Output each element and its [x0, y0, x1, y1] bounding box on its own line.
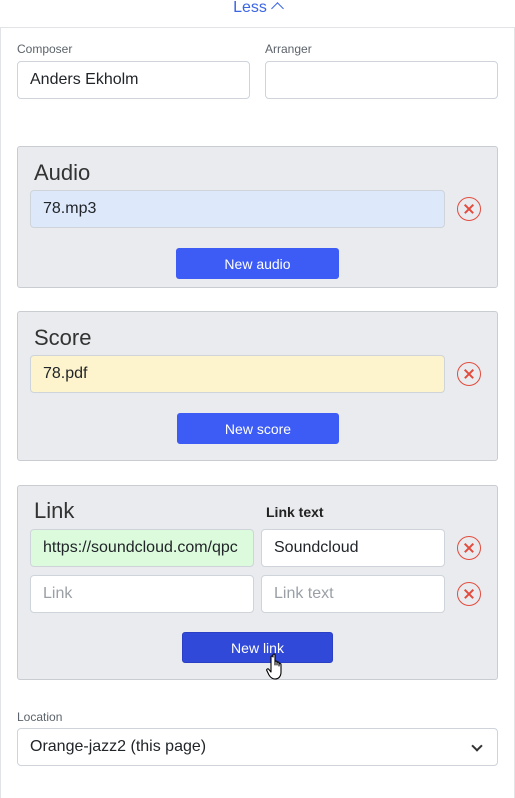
- arranger-label: Arranger: [265, 42, 312, 56]
- location-select[interactable]: Orange-jazz2 (this page): [17, 728, 498, 766]
- link-text-field[interactable]: Soundcloud: [261, 529, 445, 567]
- score-panel: Score 78.pdf New score: [17, 311, 498, 461]
- new-link-text-field[interactable]: Link text: [261, 575, 445, 613]
- remove-score-icon[interactable]: [457, 362, 481, 386]
- chevron-up-icon: [271, 2, 284, 15]
- new-audio-button[interactable]: New audio: [176, 248, 339, 279]
- audio-file-field[interactable]: 78.mp3: [30, 190, 445, 228]
- new-link-button[interactable]: New link: [182, 632, 333, 663]
- arranger-input[interactable]: [265, 61, 498, 99]
- link-text-header: Link text: [266, 504, 324, 520]
- location-select-value: Orange-jazz2 (this page): [30, 738, 207, 755]
- remove-link-icon[interactable]: [457, 536, 481, 560]
- audio-title: Audio: [34, 160, 91, 185]
- chevron-down-icon: [471, 740, 483, 752]
- location-label: Location: [17, 710, 63, 724]
- new-link-url-field[interactable]: Link: [30, 575, 254, 613]
- link-panel: Link Link text https://soundcloud.com/qp…: [17, 485, 498, 680]
- composer-label: Composer: [17, 42, 73, 56]
- score-file-field[interactable]: 78.pdf: [30, 355, 445, 393]
- composer-input[interactable]: Anders Ekholm: [17, 61, 250, 99]
- hand-cursor-icon: [266, 653, 282, 680]
- remove-audio-icon[interactable]: [457, 197, 481, 221]
- less-toggle[interactable]: Less: [0, 0, 515, 20]
- remove-new-link-icon[interactable]: [457, 582, 481, 606]
- score-title: Score: [34, 325, 92, 350]
- new-score-button[interactable]: New score: [177, 413, 339, 444]
- audio-panel: Audio 78.mp3 New audio: [17, 146, 498, 288]
- link-title: Link: [34, 498, 75, 523]
- link-url-field[interactable]: https://soundcloud.com/qpc: [30, 529, 254, 567]
- less-toggle-label: Less: [233, 0, 267, 16]
